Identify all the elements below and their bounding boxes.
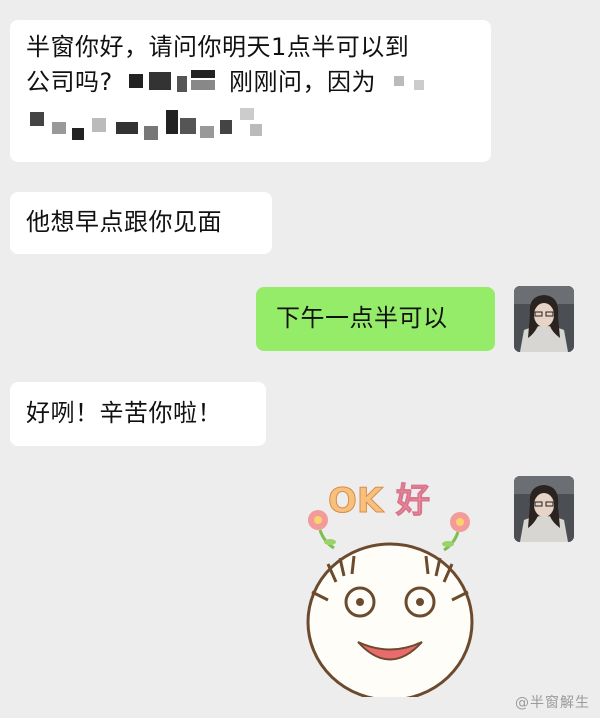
redacted-mosaic — [30, 104, 270, 144]
sticker-message[interactable]: OK 好 — [298, 472, 488, 702]
message-bubble-2[interactable]: 他想早点跟你见面 — [10, 192, 272, 254]
sticker-hao-text: 好 — [395, 481, 430, 521]
message-text: 下午一点半可以 — [276, 304, 448, 332]
message-text-line2a: 公司吗? — [26, 68, 113, 96]
avatar[interactable] — [514, 286, 574, 352]
message-text: 他想早点跟你见面 — [26, 208, 222, 236]
message-bubble-3[interactable]: 下午一点半可以 — [256, 287, 495, 351]
redacted-mosaic — [384, 70, 444, 96]
avatar[interactable] — [514, 476, 574, 542]
message-text-line1: 半窗你好，请问你明天1点半可以到 — [26, 33, 410, 61]
message-text: 好咧！辛苦你啦！ — [26, 399, 222, 427]
user-avatar-icon — [514, 286, 574, 352]
message-bubble-1[interactable]: 半窗你好，请问你明天1点半可以到 公司吗? 刚刚问，因为 — [10, 20, 491, 162]
message-bubble-4[interactable]: 好咧！辛苦你啦！ — [10, 382, 266, 446]
user-avatar-icon — [514, 476, 574, 542]
smiling-bear-sticker-icon: OK 好 — [306, 481, 474, 702]
watermark: @半窗解生 — [515, 695, 590, 711]
redacted-mosaic — [121, 70, 221, 96]
message-text-line2b: 刚刚问，因为 — [229, 68, 377, 96]
sticker-ok-text: OK — [328, 481, 385, 521]
flower-icon — [442, 512, 470, 552]
